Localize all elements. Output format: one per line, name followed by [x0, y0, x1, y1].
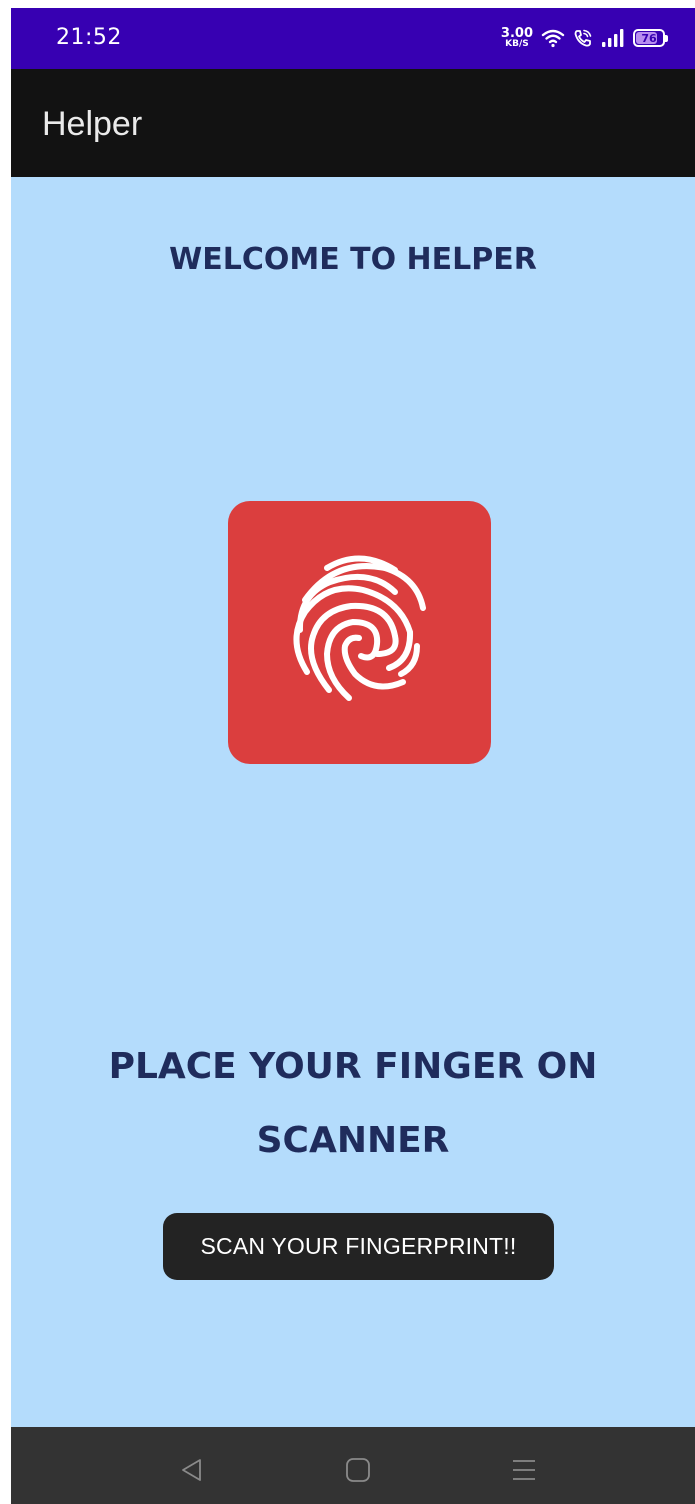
instruction-line-2: SCANNER	[256, 1120, 450, 1161]
signal-icon	[601, 28, 625, 48]
app-screen: 21:52 3.00 KB/S 76 Helper WELCOME TO HEL…	[11, 8, 695, 1504]
back-icon[interactable]	[177, 1455, 207, 1485]
network-speed-unit: KB/S	[505, 39, 529, 49]
welcome-heading: WELCOME TO HELPER	[169, 242, 537, 277]
wifi-icon	[541, 28, 565, 48]
app-title: Helper	[42, 105, 143, 143]
network-speed: 3.00 KB/S	[501, 27, 533, 49]
wifi-calling-icon	[573, 28, 593, 48]
recents-icon[interactable]	[509, 1455, 539, 1485]
fingerprint-button[interactable]	[228, 501, 491, 764]
scan-toast: SCAN YOUR FINGERPRINT!!	[163, 1213, 554, 1280]
instruction-line-1: PLACE YOUR FINGER ON	[108, 1046, 598, 1087]
home-icon[interactable]	[343, 1455, 373, 1485]
navigation-bar	[11, 1427, 695, 1504]
battery-icon: 76	[633, 29, 668, 47]
status-icons: 3.00 KB/S 76	[501, 23, 668, 53]
instruction-text: PLACE YOUR FINGER ON SCANNER	[71, 1030, 635, 1178]
status-bar: 21:52 3.00 KB/S 76	[11, 8, 695, 69]
fingerprint-icon	[285, 550, 435, 715]
battery-level: 76	[641, 31, 657, 45]
status-time: 21:52	[56, 25, 122, 50]
app-bar: Helper	[11, 69, 695, 177]
